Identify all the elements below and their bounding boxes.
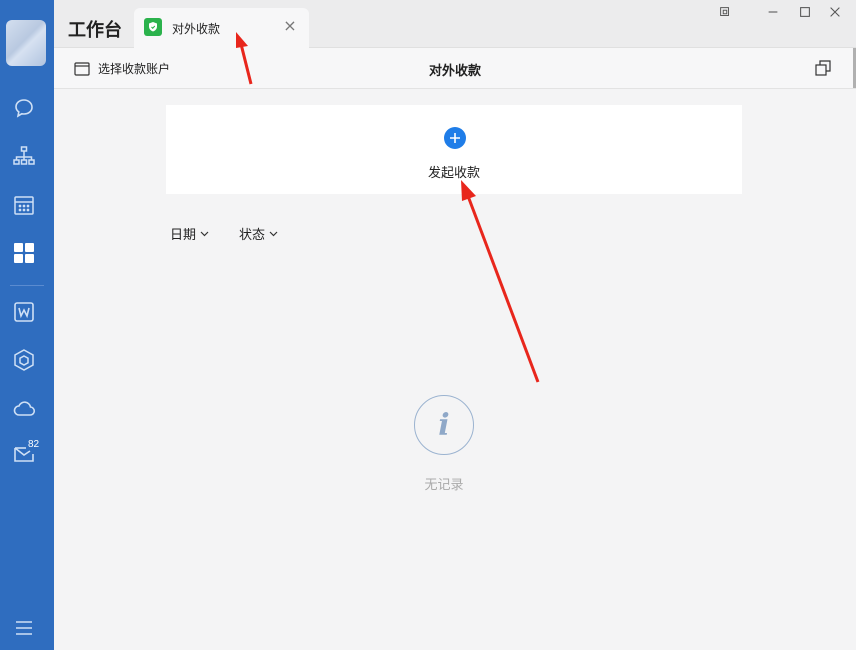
initiate-payment-label: 发起收款 [427, 166, 480, 181]
org-chart-icon[interactable] [12, 144, 36, 168]
mail-badge: 82 [28, 439, 40, 450]
avatar[interactable] [6, 20, 46, 66]
cube-icon[interactable] [12, 348, 36, 372]
content-header: 选择收款账户 对外收款 [54, 48, 856, 89]
title-bar: 工作台 对外收款 × [54, 0, 856, 48]
empty-state-text: 无记录 [424, 478, 464, 493]
cloud-icon[interactable] [12, 396, 36, 420]
document-w-icon[interactable] [12, 300, 36, 324]
minimize-icon[interactable] [766, 4, 782, 20]
sidebar: 82 [0, 0, 54, 650]
menu-icon[interactable] [12, 616, 36, 640]
window-close-icon[interactable] [828, 4, 844, 20]
status-filter-dropdown[interactable]: 状态 [239, 224, 278, 243]
popout-window-icon[interactable] [814, 59, 832, 77]
initiate-payment-card[interactable]: 发起收款 [166, 105, 742, 194]
main-content: 发起收款 日期 状态 i 无记录 [54, 89, 856, 650]
chat-icon[interactable] [12, 96, 36, 120]
date-filter-label: 日期 [170, 228, 197, 243]
tab-external-payment[interactable]: 对外收款 × [134, 8, 309, 48]
chevron-down-icon [269, 231, 278, 236]
app-title: 工作台 [68, 20, 122, 41]
close-icon[interactable]: × [282, 18, 298, 34]
workbench-grid-icon[interactable] [12, 241, 36, 265]
chevron-down-icon [200, 231, 209, 236]
restore-mini-icon[interactable] [718, 4, 734, 20]
info-icon: i [414, 395, 474, 455]
calendar-icon[interactable] [12, 193, 36, 217]
maximize-icon[interactable] [798, 4, 814, 20]
page-title: 对外收款 [428, 64, 481, 79]
plus-icon[interactable] [444, 127, 466, 149]
shield-icon [144, 18, 162, 36]
sidebar-divider [10, 285, 44, 286]
app-window: 82 工作台 对外收款 × 选择收款账户 对外收款 发起收款 日期 状态 i 无… [0, 0, 856, 650]
tab-label: 对外收款 [172, 22, 221, 36]
date-filter-dropdown[interactable]: 日期 [170, 224, 209, 243]
status-filter-label: 状态 [239, 228, 266, 243]
